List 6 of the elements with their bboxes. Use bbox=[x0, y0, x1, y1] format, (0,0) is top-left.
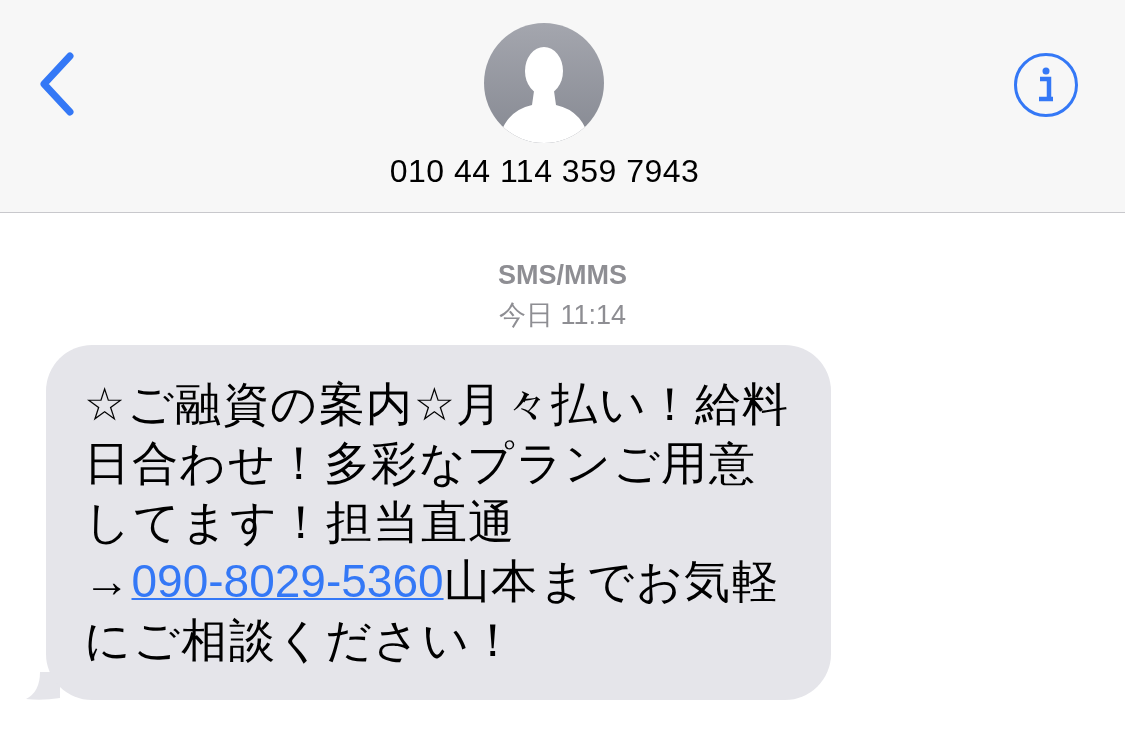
message-text: ☆ご融資の案内☆月々払い！給料日合わせ！多彩なプランご用意してます！担当直通→090-8029-5360山本までお気軽にご相談ください！ bbox=[84, 377, 791, 668]
service-label: SMS/MMS bbox=[498, 259, 627, 292]
avatar-icon[interactable] bbox=[484, 23, 605, 143]
message-timestamp: 今日 11:14 bbox=[498, 299, 627, 332]
contact-number[interactable]: 010 44 114 359 7943 bbox=[389, 153, 700, 190]
info-button[interactable] bbox=[1013, 52, 1079, 118]
